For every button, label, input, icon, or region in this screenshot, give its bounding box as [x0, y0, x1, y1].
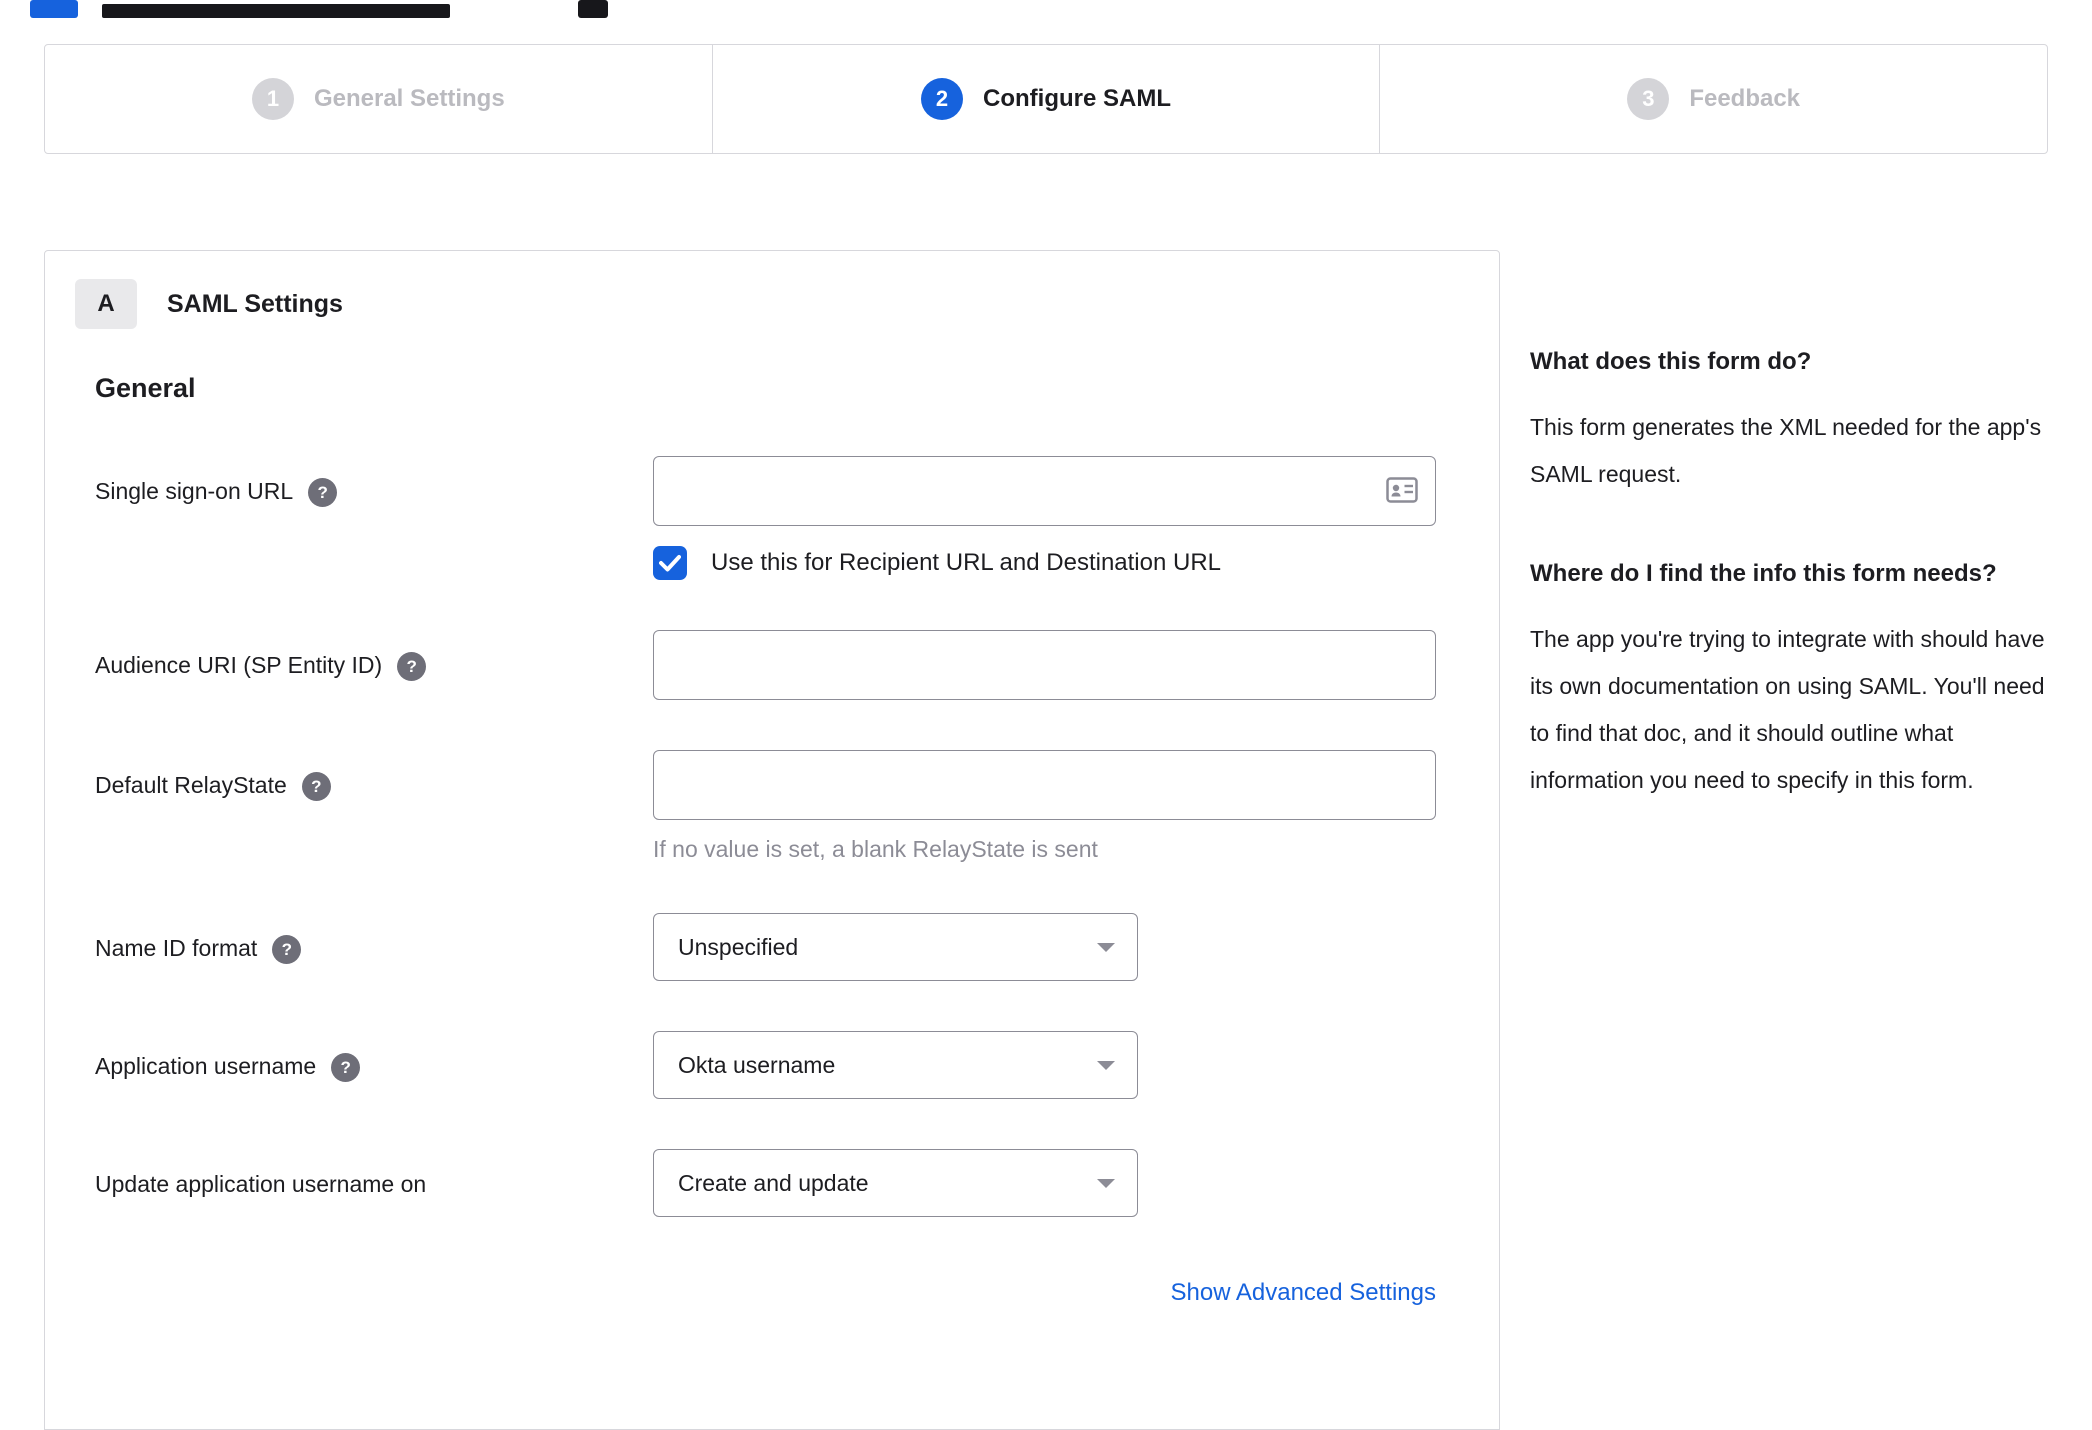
- help-sidebar: What does this form do? This form genera…: [1530, 250, 2050, 858]
- recipient-url-checkbox-label[interactable]: Use this for Recipient URL and Destinati…: [711, 549, 1221, 577]
- relaystate-helper-text: If no value is set, a blank RelayState i…: [653, 836, 1098, 862]
- help-icon[interactable]: [272, 935, 302, 964]
- relaystate-input[interactable]: [653, 750, 1436, 820]
- form-row-update-username: Update application username on Create an…: [95, 1149, 1436, 1217]
- app-username-select[interactable]: Okta username: [653, 1031, 1138, 1099]
- card-title: SAML Settings: [167, 289, 343, 318]
- nameid-format-label: Name ID format: [95, 935, 258, 961]
- show-advanced-settings-link[interactable]: Show Advanced Settings: [1170, 1279, 1436, 1306]
- recipient-url-checkbox[interactable]: [653, 546, 687, 580]
- sso-url-label: Single sign-on URL: [95, 478, 294, 504]
- sso-url-input[interactable]: [653, 456, 1436, 526]
- wizard-stepper: 1 General Settings 2 Configure SAML 3 Fe…: [44, 44, 2048, 154]
- field-control-cell: If no value is set, a blank RelayState i…: [653, 750, 1436, 863]
- relaystate-label: Default RelayState: [95, 772, 287, 798]
- update-username-select[interactable]: Create and update: [653, 1149, 1138, 1217]
- field-control-cell: [653, 630, 1436, 700]
- saml-settings-card: A SAML Settings General Single sign-on U…: [44, 250, 1500, 1430]
- form-row-relaystate: Default RelayState If no value is set, a…: [95, 750, 1436, 863]
- step-number-badge: 3: [1627, 78, 1670, 120]
- step-number-badge: 2: [921, 78, 964, 120]
- card-body: General Single sign-on URL ? Use this fo…: [95, 373, 1436, 1307]
- help-icon[interactable]: [331, 1053, 361, 1082]
- app-logo-fragment: [30, 0, 78, 18]
- cropped-app-header: [0, 0, 2092, 20]
- section-a-badge: A: [75, 279, 137, 329]
- field-label-cell: Audience URI (SP Entity ID): [95, 630, 653, 700]
- main-layout: A SAML Settings General Single sign-on U…: [0, 250, 2092, 1430]
- app-title-fragment: [102, 4, 450, 18]
- sidebar-answer-2: The app you're trying to integrate with …: [1530, 626, 2045, 793]
- help-icon[interactable]: [397, 652, 427, 681]
- checkmark-icon: [659, 555, 681, 572]
- app-username-label: Application username: [95, 1053, 317, 1079]
- form-row-nameid: Name ID format Unspecified: [95, 913, 1436, 981]
- form-row-app-username: Application username Okta username: [95, 1031, 1436, 1099]
- step-feedback[interactable]: 3 Feedback: [1379, 45, 2047, 153]
- form-row-sso: Single sign-on URL ? Use this for Recipi…: [95, 456, 1436, 580]
- field-control-cell: Create and update: [653, 1149, 1436, 1217]
- field-label-cell: Update application username on: [95, 1149, 653, 1217]
- help-icon[interactable]: [301, 772, 331, 801]
- form-row-audience: Audience URI (SP Entity ID): [95, 630, 1436, 700]
- update-username-label: Update application username on: [95, 1171, 427, 1197]
- field-control-cell: Unspecified: [653, 913, 1436, 981]
- sidebar-question-2: Where do I find the info this form needs…: [1530, 560, 1997, 587]
- help-icon[interactable]: [308, 478, 338, 507]
- audience-uri-input[interactable]: [653, 630, 1436, 700]
- step-label: General Settings: [313, 85, 505, 112]
- sidebar-answer-1: This form generates the XML needed for t…: [1530, 414, 2042, 487]
- step-configure-saml[interactable]: 2 Configure SAML: [711, 45, 1380, 153]
- card-header: A SAML Settings: [75, 279, 1434, 329]
- sso-checkbox-row: Use this for Recipient URL and Destinati…: [653, 546, 1436, 580]
- step-label: Configure SAML: [983, 85, 1171, 112]
- step-label: Feedback: [1689, 85, 1801, 112]
- nameid-format-value: Unspecified: [678, 933, 799, 960]
- step-general-settings[interactable]: 1 General Settings: [45, 45, 712, 153]
- audience-uri-label: Audience URI (SP Entity ID): [95, 652, 383, 678]
- field-label-cell: Single sign-on URL: [95, 456, 653, 580]
- settings-icon-fragment: [578, 0, 608, 18]
- advanced-settings-row: Show Advanced Settings: [95, 1279, 1436, 1307]
- general-section-title: General: [95, 373, 196, 403]
- field-label-cell: Name ID format: [95, 913, 653, 981]
- sidebar-question-1: What does this form do?: [1530, 348, 1812, 375]
- field-label-cell: Default RelayState: [95, 750, 653, 863]
- field-control-cell: Use this for Recipient URL and Destinati…: [653, 456, 1436, 580]
- sso-url-input-wrap: [653, 456, 1436, 526]
- step-number-badge: 1: [251, 78, 294, 120]
- app-username-value: Okta username: [678, 1051, 836, 1078]
- field-label-cell: Application username: [95, 1031, 653, 1099]
- contact-card-icon: [1386, 477, 1418, 503]
- update-username-value: Create and update: [678, 1169, 869, 1196]
- nameid-format-select[interactable]: Unspecified: [653, 913, 1138, 981]
- field-control-cell: Okta username: [653, 1031, 1436, 1099]
